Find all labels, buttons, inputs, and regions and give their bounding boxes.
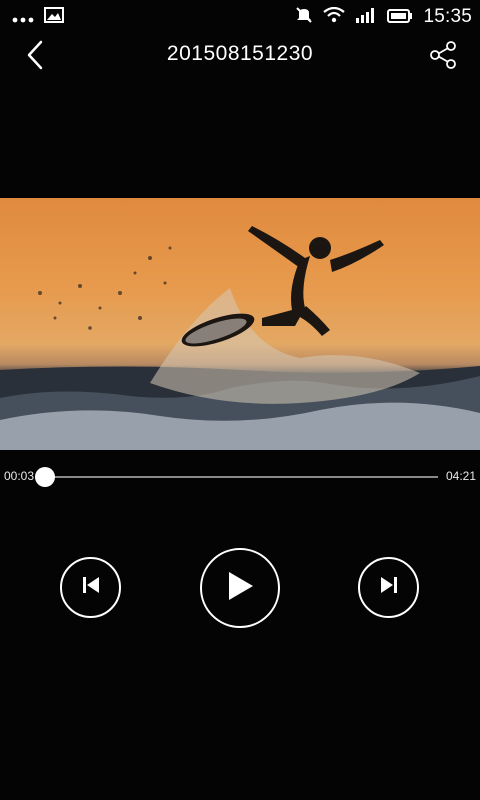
share-icon: [428, 40, 458, 75]
progress-track[interactable]: [34, 467, 438, 487]
more-dots-icon: [12, 7, 34, 28]
play-icon: [225, 570, 255, 607]
signal-icon: [355, 7, 377, 28]
status-bar: 15:35: [0, 0, 480, 34]
image-icon: [44, 6, 64, 28]
status-bar-left: [12, 6, 64, 28]
skip-previous-icon: [80, 574, 102, 601]
battery-icon: [387, 7, 413, 28]
previous-button[interactable]: [60, 557, 121, 618]
next-button[interactable]: [358, 557, 419, 618]
title-bar: 201508151230: [0, 34, 480, 80]
wifi-icon: [323, 6, 346, 28]
seek-bar: 00:03 04:21: [0, 462, 480, 492]
play-button[interactable]: [200, 548, 280, 628]
status-time: 15:35: [423, 6, 472, 27]
status-bar-right: 15:35: [295, 6, 472, 29]
page-title: 201508151230: [166, 42, 314, 65]
total-time: 04:21: [445, 469, 476, 483]
current-time: 00:03: [4, 469, 35, 483]
video-frame[interactable]: [0, 198, 480, 450]
share-button[interactable]: [426, 40, 460, 74]
skip-next-icon: [378, 574, 400, 601]
mute-icon: [295, 6, 313, 29]
playback-controls: [0, 548, 480, 628]
seek-thumb[interactable]: [34, 467, 55, 487]
video-image: [0, 226, 480, 450]
